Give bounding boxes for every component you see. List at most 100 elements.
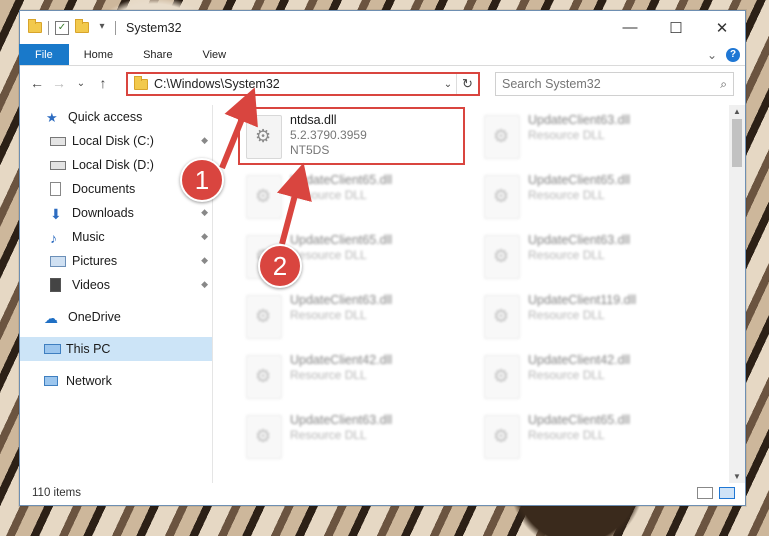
file-highlight-box [238,107,465,165]
details-view-button[interactable] [697,487,713,499]
documents-icon [50,182,61,196]
sidebar-item-this-pc[interactable]: This PC [20,337,212,361]
file-tile[interactable]: UpdateClient65.dll Resource DLL [238,171,463,223]
sidebar-item-label: Pictures [72,254,118,268]
tab-home[interactable]: Home [69,44,128,65]
sidebar-item-downloads[interactable]: ⬇ Downloads ◆ [20,201,212,225]
file-tile[interactable]: UpdateClient119.dll Resource DLL [476,291,701,343]
tiles-view-button[interactable] [719,487,735,499]
file-description: Resource DLL [528,428,605,442]
drive-icon [50,160,66,170]
file-tile[interactable]: UpdateClient65.dll Resource DLL [476,171,701,223]
explorer-window: ✓ ▾ System32 — ☐ ✕ File Home Share View … [19,10,746,506]
refresh-button[interactable]: ↻ [456,74,478,94]
step-badge-2: 2 [258,244,302,288]
music-icon: ♪ [50,230,57,246]
sidebar-item-local-disk-c[interactable]: Local Disk (C:) ◆ [20,129,212,153]
file-description: Resource DLL [528,188,605,202]
drive-icon [50,136,66,146]
dll-file-icon [246,295,282,339]
sidebar-item-quick-access[interactable]: ★ Quick access [20,105,212,129]
folder-icon [134,75,148,90]
sidebar-item-label: Videos [72,278,110,292]
file-tile[interactable]: UpdateClient63.dll Resource DLL [476,231,701,283]
file-tile[interactable]: UpdateClient65.dll Resource DLL [476,411,701,463]
dll-file-icon [484,115,520,159]
pin-icon[interactable]: ◆ [201,255,208,266]
sidebar-item-label: Network [66,374,112,388]
up-button[interactable]: ↑ [92,75,114,91]
sidebar-item-videos[interactable]: Videos ◆ [20,273,212,297]
close-button[interactable]: ✕ [699,11,745,44]
sidebar-item-music[interactable]: ♪ Music ◆ [20,225,212,249]
file-tile[interactable]: UpdateClient63.dll Resource DLL [238,411,463,463]
file-name: UpdateClient65.dll [528,173,631,187]
pin-icon[interactable]: ◆ [201,207,208,218]
search-box[interactable]: ⌕ [495,72,734,96]
tab-share[interactable]: Share [128,44,187,65]
search-icon[interactable]: ⌕ [720,77,727,92]
sidebar-item-pictures[interactable]: Pictures ◆ [20,249,212,273]
dll-file-icon [246,355,282,399]
dll-file-icon [484,175,520,219]
sidebar-item-label: Downloads [72,206,134,220]
sidebar-item-onedrive[interactable]: ☁ OneDrive [20,305,212,329]
search-input[interactable] [502,77,721,91]
forward-button[interactable]: → [48,75,70,91]
sidebar-item-label: Local Disk (C:) [72,134,154,148]
tab-file[interactable]: File [19,44,69,65]
maximize-button[interactable]: ☐ [653,11,699,44]
file-description: Resource DLL [290,248,367,262]
scroll-down-icon[interactable]: ▼ [729,472,745,481]
file-name: UpdateClient119.dll [528,293,637,307]
pc-icon [44,344,61,354]
file-name: UpdateClient42.dll [528,353,631,367]
pin-icon[interactable]: ◆ [201,279,208,290]
file-description: Resource DLL [290,308,367,322]
new-folder-icon[interactable] [75,19,89,33]
file-description: Resource DLL [290,368,367,382]
tab-view[interactable]: View [187,44,241,65]
network-icon [44,376,58,386]
sidebar-item-network[interactable]: Network [20,369,212,393]
videos-icon [50,278,61,292]
folder-icon [28,19,42,33]
file-name: UpdateClient65.dll [528,413,631,427]
address-path[interactable]: C:\Windows\System32 [154,77,440,91]
sidebar-item-label: OneDrive [68,310,121,324]
customize-toolbar-icon[interactable]: ▾ [95,21,109,35]
file-description: Resource DLL [528,128,605,142]
file-description: Resource DLL [528,248,605,262]
step-badge-1: 1 [180,158,224,202]
ribbon-tabs: File Home Share View ⌄ ? [19,44,745,66]
file-tile[interactable]: UpdateClient42.dll Resource DLL [238,351,463,403]
file-name: UpdateClient63.dll [528,233,631,247]
file-tile[interactable]: UpdateClient63.dll Resource DLL [476,111,701,163]
file-tile[interactable]: UpdateClient42.dll Resource DLL [476,351,701,403]
expand-ribbon-icon[interactable]: ⌄ [707,48,717,62]
minimize-button[interactable]: — [607,11,653,44]
pin-icon[interactable]: ◆ [201,231,208,242]
navigation-pane: ★ Quick access Local Disk (C:) ◆ Local D… [20,105,213,483]
recent-locations-button[interactable]: ⌄ [70,78,92,89]
pin-icon[interactable]: ◆ [201,135,208,146]
toolbar-divider [115,20,116,35]
properties-icon[interactable]: ✓ [55,20,69,35]
vertical-scrollbar[interactable]: ▲ ▼ [729,105,745,483]
scroll-up-icon[interactable]: ▲ [729,107,745,116]
onedrive-icon: ☁ [44,310,58,326]
downloads-icon: ⬇ [50,206,62,222]
toolbar-divider [48,20,49,35]
help-icon[interactable]: ? [726,47,740,62]
file-tile[interactable]: UpdateClient63.dll Resource DLL [238,291,463,343]
sidebar-item-label: Music [72,230,105,244]
address-bar[interactable]: C:\Windows\System32 ⌄ ↻ [126,72,480,96]
back-button[interactable]: ← [26,75,48,91]
dll-file-icon [484,295,520,339]
scrollbar-thumb[interactable] [732,119,742,167]
dll-file-icon [484,415,520,459]
chevron-down-icon[interactable]: ⌄ [440,79,456,90]
dll-file-icon [484,355,520,399]
file-description: Resource DLL [290,428,367,442]
window-title: System32 [126,20,182,35]
